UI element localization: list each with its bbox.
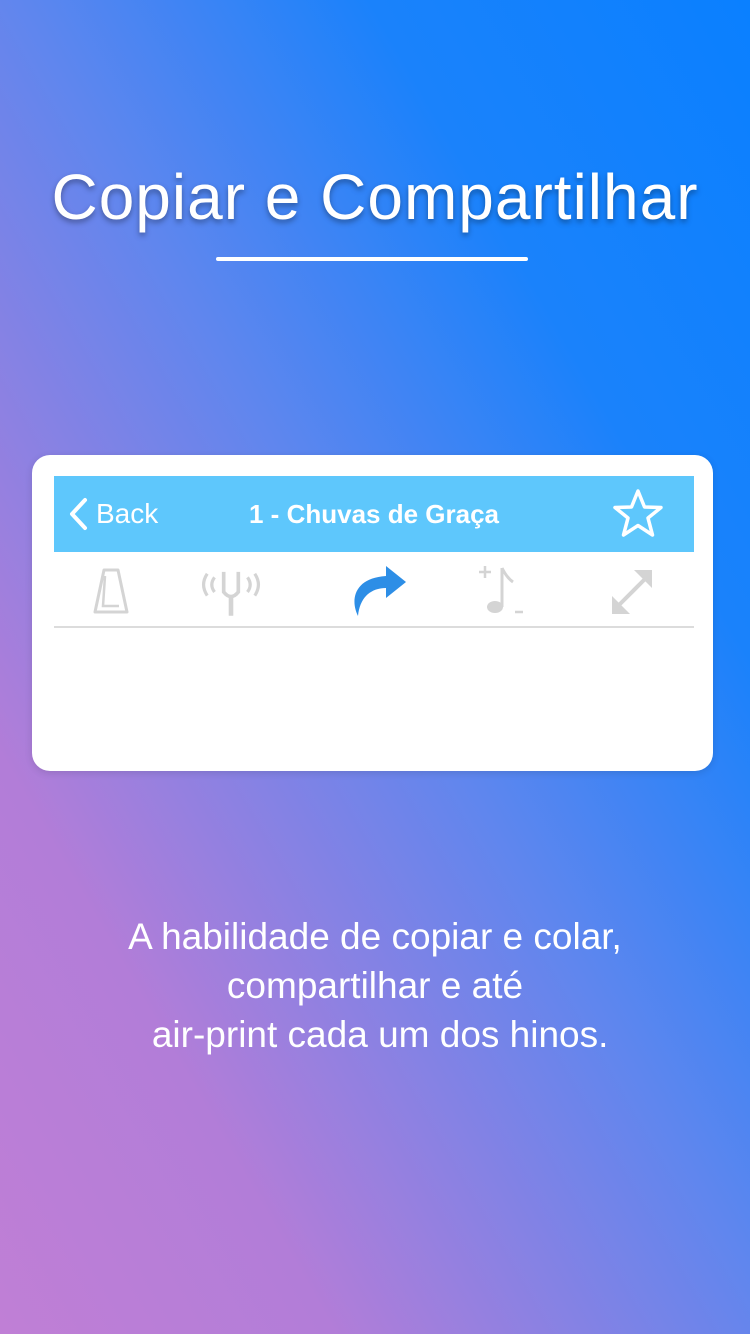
transpose-button[interactable] <box>469 560 533 624</box>
toolbar-divider <box>54 626 694 628</box>
hero-title: Copiar e Compartilhar <box>51 161 699 233</box>
description-line-3: air-print cada um dos hinos. <box>141 1014 609 1055</box>
favorite-button[interactable] <box>610 486 666 542</box>
star-outline-icon <box>613 489 663 537</box>
description-line-1: A habilidade de copiar e colar, <box>128 916 622 957</box>
share-button[interactable] <box>346 560 410 624</box>
feature-description: A habilidade de copiar e colar, comparti… <box>0 912 750 1059</box>
title-underline <box>216 257 528 261</box>
metronome-icon <box>93 568 129 614</box>
fullscreen-button[interactable] <box>600 560 664 624</box>
screenshot-card: Back 1 - Chuvas de Graça <box>32 455 713 771</box>
expand-icon <box>612 570 652 614</box>
tuning-fork-icon <box>201 571 261 616</box>
back-button[interactable]: Back <box>68 476 158 552</box>
metronome-button[interactable] <box>79 560 143 624</box>
transpose-note-icon <box>479 566 523 614</box>
back-label: Back <box>96 498 159 529</box>
toolbar <box>54 552 694 628</box>
share-arrow-icon <box>354 566 406 616</box>
navigation-bar: Back 1 - Chuvas de Graça <box>54 476 694 552</box>
chevron-left-icon <box>70 498 87 530</box>
description-line-2: compartilhar e até <box>226 965 524 1006</box>
tuning-fork-button[interactable] <box>199 560 263 624</box>
